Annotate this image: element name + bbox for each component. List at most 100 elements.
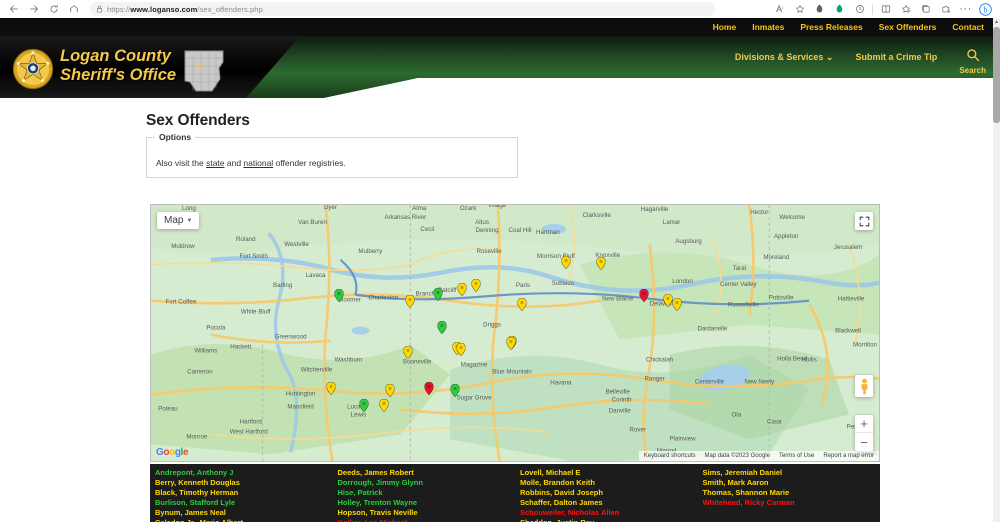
page-viewport: Home Inmates Press Releases Sex Offender…: [0, 18, 994, 522]
svg-text:Long: Long: [182, 205, 196, 212]
offender-name-link[interactable]: Sims, Jeremiah Daniel: [703, 468, 881, 478]
map-marker-pin[interactable]: [334, 288, 344, 303]
map-marker-pin[interactable]: [437, 320, 447, 335]
extensions-icon[interactable]: [937, 1, 954, 17]
offender-name-link[interactable]: Whitehead, Ricky Carman: [703, 498, 881, 508]
profile-icon[interactable]: b: [977, 1, 994, 17]
home-icon[interactable]: [64, 1, 84, 17]
map-marker-pin[interactable]: [385, 383, 395, 398]
offender-name-link[interactable]: Hise, Patrick: [338, 488, 516, 498]
history-icon[interactable]: [851, 1, 868, 17]
offender-name-link[interactable]: Andrepont, Anthony J: [155, 468, 333, 478]
svg-text:Danville: Danville: [609, 407, 632, 414]
offender-map[interactable]: Long Alma Dyer Arkansas River Ozark Village Cl…: [150, 204, 880, 462]
svg-text:Muldrow: Muldrow: [171, 243, 195, 250]
topnav-item-inmates[interactable]: Inmates: [752, 22, 784, 32]
map-marker-pin[interactable]: [359, 398, 369, 413]
svg-text:Pottsville: Pottsville: [769, 295, 794, 302]
offender-name-link[interactable]: Bynum, James Neal: [155, 508, 333, 518]
offender-name-link[interactable]: Deeds, James Robert: [338, 468, 516, 478]
offender-name-link[interactable]: Burlison, Stafford Lyle: [155, 498, 333, 508]
reload-icon[interactable]: [44, 1, 64, 17]
svg-text:Casa: Casa: [767, 418, 782, 425]
offender-name-link[interactable]: Thomas, Shannon Marie: [703, 488, 881, 498]
shield-security-icon[interactable]: [831, 1, 848, 17]
offender-name-link[interactable]: Berry, Kenneth Douglas: [155, 478, 333, 488]
svg-text:London: London: [672, 278, 693, 285]
map-place-labels: Long Alma Dyer Arkansas River Ozark Village Cl…: [158, 205, 878, 457]
divisions-and-services-menu[interactable]: Divisions & Services ⌄: [735, 48, 834, 63]
offender-name-link[interactable]: Dorrough, Jimmy Glynn: [338, 478, 516, 488]
offender-name-link[interactable]: Molle, Brandon Keith: [520, 478, 698, 488]
svg-text:Blue Mountain: Blue Mountain: [492, 369, 532, 376]
offender-name-link[interactable]: Holley, Trenton Wayne: [338, 498, 516, 508]
page-scrollbar[interactable]: ▲: [993, 18, 1000, 522]
more-options-icon[interactable]: ···: [957, 1, 974, 17]
offender-name-link[interactable]: Celedon Jr., Mario Albert: [155, 518, 333, 522]
map-data-attribution: Map data ©2023 Google: [704, 453, 770, 459]
map-marker-pin[interactable]: [405, 294, 415, 309]
map-marker-pin[interactable]: [639, 288, 649, 303]
map-marker-pin[interactable]: [403, 345, 413, 360]
map-zoom-controls[interactable]: + −: [855, 415, 873, 451]
offender-name-link[interactable]: Lovell, Michael E: [520, 468, 698, 478]
map-marker-pin[interactable]: [663, 293, 673, 308]
topnav-item-home[interactable]: Home: [713, 22, 737, 32]
offender-name-link[interactable]: Robbins, David Joseph: [520, 488, 698, 498]
svg-text:Williams: Williams: [194, 348, 217, 355]
map-marker-pin[interactable]: [424, 381, 434, 396]
map-marker-pin[interactable]: [672, 297, 682, 312]
scroll-up-arrow[interactable]: ▲: [993, 18, 1000, 26]
map-marker-pin[interactable]: [326, 381, 336, 396]
map-marker-pin[interactable]: [506, 336, 516, 351]
keyboard-shortcuts-link[interactable]: Keyboard shortcuts: [644, 453, 696, 459]
map-marker-pin[interactable]: [471, 278, 481, 293]
browser-essentials-icon[interactable]: [811, 1, 828, 17]
map-zoom-in-button[interactable]: +: [855, 415, 873, 433]
map-marker-pin[interactable]: [517, 297, 527, 312]
svg-text:Roseville: Roseville: [477, 248, 503, 255]
national-registry-link[interactable]: national: [243, 158, 273, 168]
address-bar[interactable]: https://www.loganso.com/sex_offenders.ph…: [90, 2, 715, 16]
read-aloud-icon[interactable]: Aᴵ: [771, 1, 788, 17]
search-button[interactable]: Search: [959, 48, 986, 75]
report-map-error-link[interactable]: Report a map error: [823, 453, 874, 459]
map-marker-pin[interactable]: [433, 287, 443, 302]
offender-name-link[interactable]: Schouweiler, Nicholas Allen: [520, 508, 698, 518]
map-marker-pin[interactable]: [379, 398, 389, 413]
page-scrollbar-thumb[interactable]: [993, 27, 1000, 123]
offender-name-link[interactable]: Schaffer, Dalton James: [520, 498, 698, 508]
offender-name-link[interactable]: Smith, Mark Aaron: [703, 478, 881, 488]
offender-name-link[interactable]: Black, Timothy Herman: [155, 488, 333, 498]
submit-crime-tip-link[interactable]: Submit a Crime Tip: [855, 48, 937, 62]
map-marker-pin[interactable]: [561, 255, 571, 270]
map-type-button[interactable]: Map ▼: [157, 212, 200, 229]
map-fullscreen-button[interactable]: [855, 212, 873, 230]
offender-name-link[interactable]: Shaddon, Justin Ray: [520, 518, 698, 522]
map-marker-pin[interactable]: [457, 282, 467, 297]
map-marker-pin[interactable]: [450, 383, 460, 398]
topnav-item-press-releases[interactable]: Press Releases: [800, 22, 862, 32]
favorite-star-icon[interactable]: [791, 1, 808, 17]
toolbar-divider: [872, 3, 873, 15]
topnav-item-sex-offenders[interactable]: Sex Offenders: [879, 22, 937, 32]
svg-text:Lavaca: Lavaca: [306, 272, 326, 279]
offender-name-link[interactable]: Kolker, Lee Michael: [338, 518, 516, 522]
street-view-pegman-button[interactable]: [855, 375, 873, 397]
site-brand: Logan County Sheriff's Office: [60, 47, 176, 85]
offender-name-link[interactable]: Hopson, Travis Neville: [338, 508, 516, 518]
options-panel: Options Also visit the state and nationa…: [146, 132, 518, 178]
split-screen-icon[interactable]: [877, 1, 894, 17]
map-marker-pin[interactable]: [596, 256, 606, 271]
terms-of-use-link[interactable]: Terms of Use: [779, 453, 814, 459]
map-marker-pin[interactable]: [456, 342, 466, 357]
map-zoom-out-button[interactable]: −: [855, 433, 873, 451]
svg-text:Paris: Paris: [516, 282, 530, 289]
state-registry-link[interactable]: state: [206, 158, 224, 168]
topnav-item-contact[interactable]: Contact: [952, 22, 984, 32]
back-arrow-icon[interactable]: [4, 1, 24, 17]
add-favorite-icon[interactable]: [897, 1, 914, 17]
collections-icon[interactable]: [917, 1, 934, 17]
svg-text:Cameron: Cameron: [187, 369, 213, 376]
forward-arrow-icon[interactable]: [24, 1, 44, 17]
